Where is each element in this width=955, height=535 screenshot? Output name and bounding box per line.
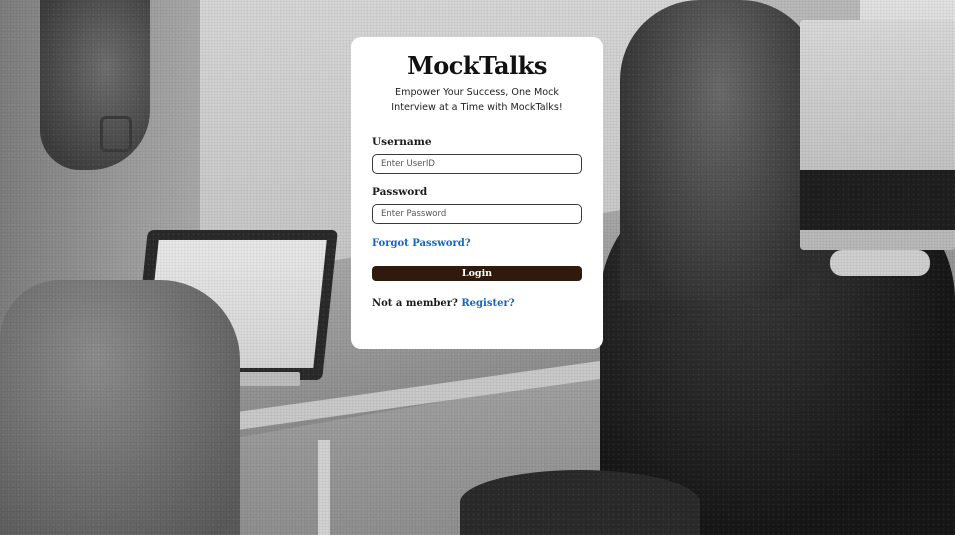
login-form: Username Password Forgot Password? Login…: [372, 135, 582, 311]
brand-tagline: Empower Your Success, One Mock Interview…: [391, 87, 563, 113]
forgot-password-link[interactable]: Forgot Password?: [372, 237, 471, 251]
login-button[interactable]: Login: [372, 266, 582, 281]
password-label: Password: [372, 186, 428, 198]
username-input[interactable]: [372, 154, 582, 174]
password-input[interactable]: [372, 204, 582, 224]
brand-title: MockTalks: [407, 51, 547, 80]
register-row: Not a member? Register?: [372, 297, 582, 311]
username-label: Username: [372, 136, 432, 148]
register-prompt: Not a member?: [372, 298, 458, 309]
login-card: MockTalks Empower Your Success, One Mock…: [351, 37, 603, 349]
register-link[interactable]: Register?: [461, 298, 514, 309]
